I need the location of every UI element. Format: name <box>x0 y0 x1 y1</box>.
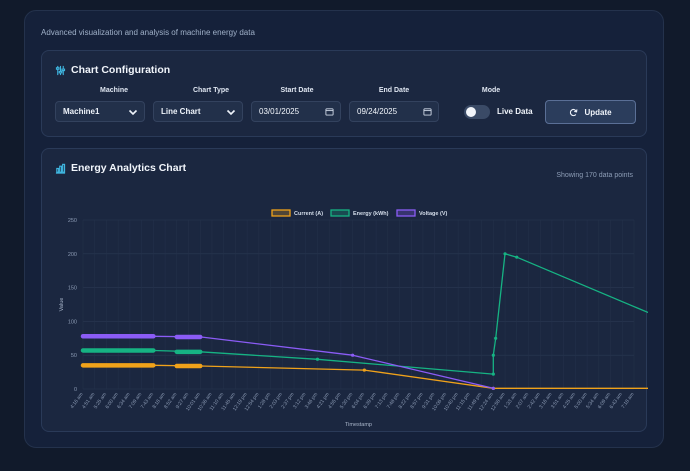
data-point <box>515 255 519 259</box>
config-title: Chart Configuration <box>55 64 170 76</box>
start-date-label: Start Date <box>280 87 314 94</box>
refresh-icon <box>570 108 578 116</box>
machine-select[interactable]: Machine1 <box>55 101 145 122</box>
legend-label: Voltage (V) <box>419 211 447 217</box>
y-tick-label: 50 <box>71 353 77 359</box>
data-point <box>315 357 320 361</box>
data-point <box>491 372 495 376</box>
y-tick-label: 250 <box>68 218 77 224</box>
mode-label: Mode <box>481 87 501 94</box>
config-title-text: Chart Configuration <box>71 64 171 76</box>
chart-type-select[interactable]: Line Chart <box>153 101 243 122</box>
chevron-down-icon <box>226 109 236 116</box>
y-tick-label: 200 <box>68 252 77 258</box>
legend-label: Energy (kWh) <box>353 211 389 217</box>
chart-configuration-panel: Chart Configuration Machine Machine1 Cha… <box>41 50 647 137</box>
series-line <box>83 364 648 389</box>
end-date-value: 09/24/2025 <box>357 107 398 116</box>
calendar-icon <box>325 108 334 116</box>
live-data-toggle[interactable] <box>464 105 490 119</box>
y-axis-title: Value <box>59 298 65 312</box>
legend-swatch <box>396 209 416 217</box>
energy-chart-panel: Energy Analytics Chart Showing 170 data … <box>41 148 648 432</box>
data-point <box>491 386 495 390</box>
energy-line-chart: 0501001502002504:16 am4:51 am5:25 am6:00… <box>59 209 648 428</box>
y-tick-label: 0 <box>74 387 77 393</box>
live-data-label: Live Data <box>497 107 533 116</box>
page-subtitle: Advanced visualization and analysis of m… <box>41 28 255 37</box>
y-tick-label: 100 <box>68 319 77 325</box>
end-date-input[interactable]: 09/24/2025 <box>349 101 439 122</box>
end-date-label: End Date <box>378 87 410 94</box>
chart-type-label: Chart Type <box>192 87 230 94</box>
x-axis-title: Timestamp <box>345 422 372 428</box>
series-line <box>83 335 494 389</box>
machine-label: Machine <box>99 87 128 94</box>
data-point <box>494 336 498 340</box>
legend-swatch <box>330 209 350 217</box>
data-point <box>362 368 366 372</box>
calendar-icon <box>423 108 432 116</box>
series-line <box>83 253 648 375</box>
data-point <box>491 353 495 357</box>
legend-label: Current (A) <box>294 211 323 217</box>
y-tick-label: 150 <box>68 286 77 292</box>
update-button[interactable]: Update <box>545 100 636 124</box>
chart-type-select-value: Line Chart <box>161 107 201 116</box>
start-date-input[interactable]: 03/01/2025 <box>251 101 341 122</box>
update-button-label: Update <box>584 107 612 117</box>
app-shell: Advanced visualization and analysis of m… <box>24 10 664 448</box>
start-date-value: 03/01/2025 <box>259 107 300 116</box>
data-point <box>503 252 507 256</box>
sliders-icon <box>55 65 66 76</box>
data-point <box>351 353 355 357</box>
machine-select-value: Machine1 <box>63 107 100 116</box>
chevron-down-icon <box>128 109 138 116</box>
toggle-knob <box>466 107 476 117</box>
legend-swatch <box>271 209 291 217</box>
